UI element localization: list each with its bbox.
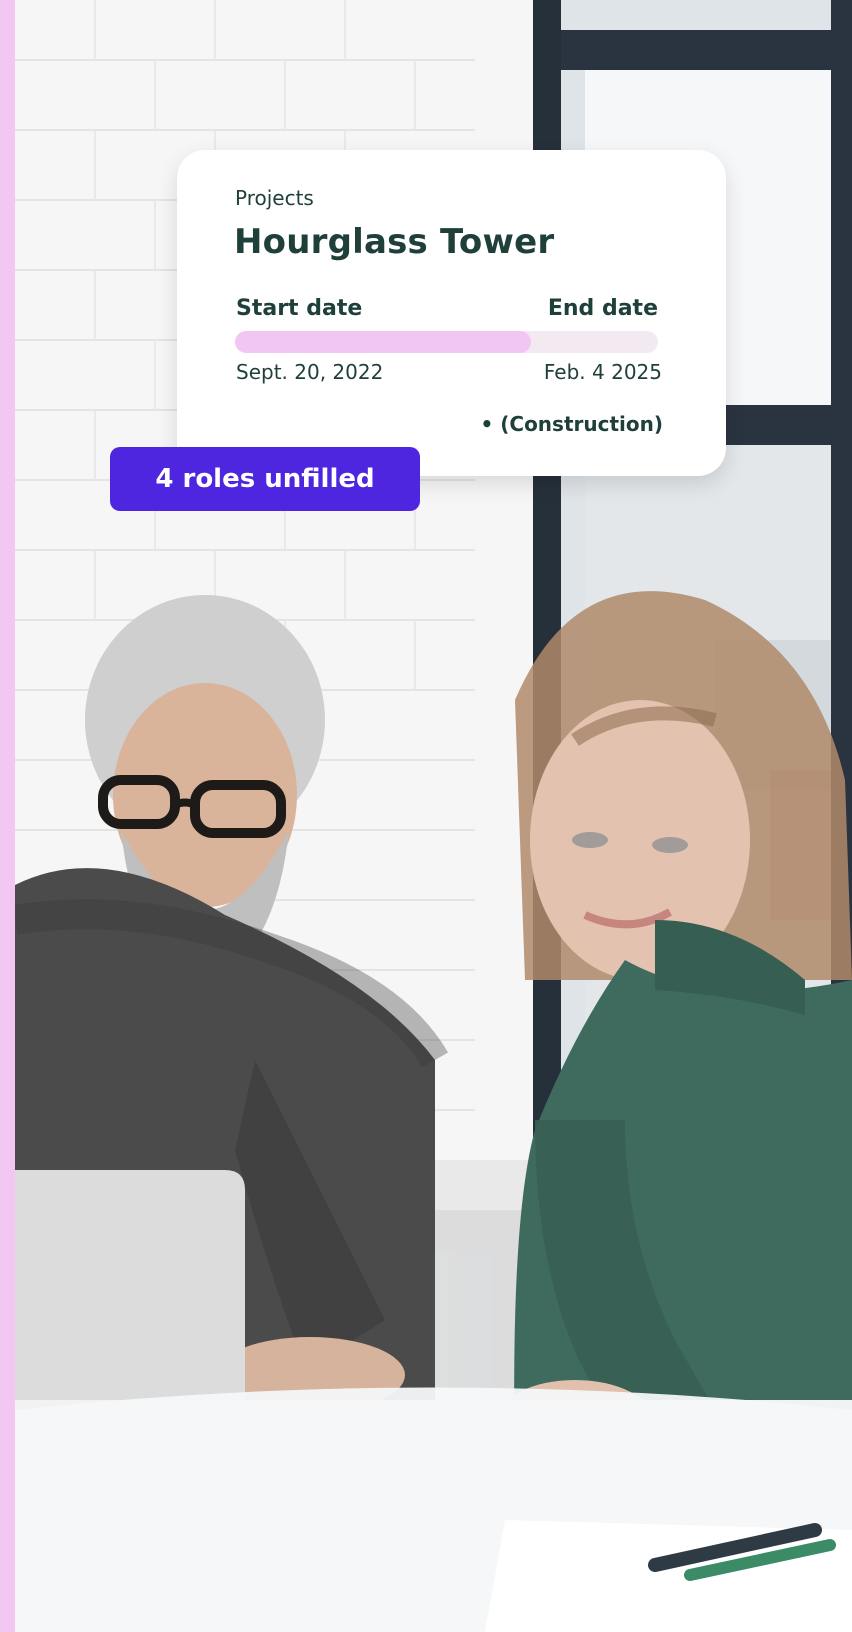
roles-unfilled-label: 4 roles unfilled [155,464,375,494]
project-card: Projects Hourglass Tower Start date End … [177,150,726,476]
end-date-value: Feb. 4 2025 [543,360,662,384]
timeline-progress-fill [235,331,532,353]
timeline-progress-track [235,331,658,353]
card-overline: Projects [235,186,314,210]
end-date-label: End date [547,296,658,321]
project-status: • (Construction) [480,412,664,436]
start-date-value: Sept. 20, 2022 [236,360,384,384]
start-date-label: Start date [236,296,363,321]
project-title: Hourglass Tower [234,222,555,262]
roles-unfilled-badge[interactable]: 4 roles unfilled [110,447,420,511]
